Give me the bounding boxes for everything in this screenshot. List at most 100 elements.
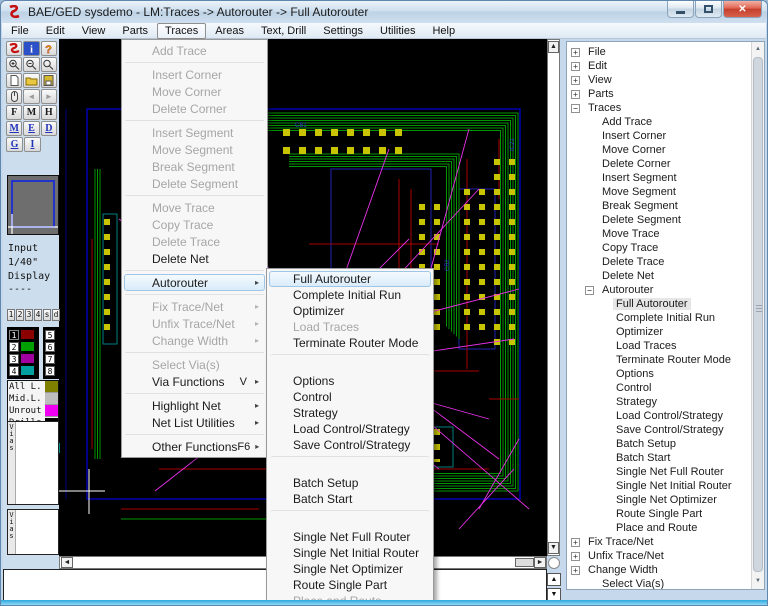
menu-item[interactable]: Add Trace <box>124 42 265 59</box>
tree-item[interactable]: − Traces <box>571 101 764 115</box>
menu-item[interactable]: Full Autorouter <box>269 271 431 287</box>
tree-item[interactable]: Copy Trace <box>585 241 764 255</box>
menu-item[interactable]: Route Single Part <box>269 577 431 593</box>
tree-toggle-icon[interactable]: + <box>571 48 580 57</box>
menu-item[interactable] <box>125 294 264 295</box>
menu-item[interactable]: Complete Initial Run <box>269 287 431 303</box>
letter-button-m[interactable]: M <box>23 105 39 120</box>
menu-item[interactable] <box>125 434 264 435</box>
letter-button-i[interactable]: I <box>24 137 41 152</box>
menu-item[interactable]: Delete Corner <box>124 100 265 117</box>
info-button[interactable]: i <box>23 41 39 56</box>
menu-item[interactable]: Strategy <box>269 405 431 421</box>
menu-item[interactable]: Other Functions F6 ▸ <box>124 438 265 455</box>
zoom-out-button[interactable] <box>23 57 39 72</box>
menubar-item[interactable]: Traces <box>157 23 206 39</box>
menu-item[interactable]: Load Traces <box>269 319 431 335</box>
open-file-button[interactable] <box>23 73 39 88</box>
tree-item[interactable]: + Change Width <box>571 563 764 577</box>
tree-item[interactable]: Strategy <box>599 395 764 409</box>
tree-item[interactable]: Load Control/Strategy <box>599 409 764 423</box>
menubar-item[interactable]: View <box>74 23 114 39</box>
tree-scroll-up-button[interactable]: ▲ <box>752 43 764 56</box>
menu-item[interactable]: Load Control/Strategy <box>269 421 431 437</box>
tree-item[interactable]: Move Corner <box>585 143 764 157</box>
menu-item[interactable]: Copy Trace <box>124 216 265 233</box>
menu-item[interactable] <box>125 120 264 121</box>
tree-item[interactable]: Select Via(s) <box>585 577 764 590</box>
tree-item[interactable]: Terminate Router Mode <box>599 353 764 367</box>
letter-button-m2[interactable]: M <box>6 121 22 136</box>
menu-item[interactable]: Control <box>269 389 431 405</box>
tree-item[interactable]: − Autorouter <box>585 283 764 297</box>
layer-color-row[interactable]: 3 <box>9 353 37 364</box>
tree-item[interactable]: Batch Start <box>599 451 764 465</box>
tree-scroll-thumb[interactable] <box>753 57 763 572</box>
menu-item[interactable]: Fix Trace/Net ▸ <box>124 298 265 315</box>
tree-item[interactable]: + View <box>571 73 764 87</box>
tree-item[interactable]: Delete Segment <box>585 213 764 227</box>
prev-view-button[interactable]: ◄ <box>23 89 39 104</box>
tree-toggle-icon[interactable]: + <box>571 76 580 85</box>
tree-item[interactable]: Control <box>599 381 764 395</box>
tree-toggle-icon[interactable]: + <box>571 90 580 99</box>
menu-item[interactable] <box>270 510 430 526</box>
tree-toggle-icon[interactable]: + <box>571 552 580 561</box>
menubar-item[interactable]: File <box>3 23 37 39</box>
tree-toggle-icon[interactable]: − <box>585 286 594 295</box>
layer-color-row[interactable]: 8 <box>45 365 57 376</box>
menu-item[interactable]: Save Control/Strategy <box>269 437 431 453</box>
letter-button-e[interactable]: E <box>23 121 39 136</box>
tree-item[interactable]: + File <box>571 45 764 59</box>
tree-toggle-icon[interactable]: + <box>571 62 580 71</box>
menu-item[interactable]: Terminate Router Mode <box>269 335 431 351</box>
menu-item[interactable]: Delete Trace <box>124 233 265 250</box>
tree-item[interactable]: Single Net Full Router <box>599 465 764 479</box>
menu-item[interactable]: Autorouter ▸ <box>124 274 265 291</box>
tree-item[interactable]: Save Control/Strategy <box>599 423 764 437</box>
tree-item[interactable]: Move Trace <box>585 227 764 241</box>
new-file-button[interactable] <box>6 73 22 88</box>
display-layer-row[interactable]: Mid.L. <box>8 393 58 405</box>
board-preview[interactable] <box>7 175 59 235</box>
letter-button-g[interactable]: G <box>6 137 23 152</box>
letter-button-h[interactable]: H <box>41 105 57 120</box>
maximize-button[interactable] <box>695 1 722 18</box>
close-button[interactable]: ✕ <box>723 1 762 18</box>
tree-item[interactable]: Insert Corner <box>585 129 764 143</box>
display-layer-row[interactable]: All L. <box>8 381 58 393</box>
tree-item[interactable]: Delete Trace <box>585 255 764 269</box>
menu-item[interactable]: Net List Utilities ▸ <box>124 414 265 431</box>
via-preview-box-1[interactable]: Vias <box>7 421 59 505</box>
scroll-down-button[interactable]: ▼ <box>548 542 559 554</box>
layer-button[interactable]: 3 <box>25 309 33 321</box>
tree-item[interactable]: Single Net Optimizer <box>599 493 764 507</box>
layer-button[interactable]: d <box>52 309 60 321</box>
menu-item[interactable]: Single Net Initial Router <box>269 545 431 561</box>
tree-toggle-icon[interactable]: + <box>571 538 580 547</box>
tree-item[interactable]: Add Trace <box>585 115 764 129</box>
pan-up-button[interactable]: ▲ <box>547 573 561 586</box>
menubar-item[interactable]: Areas <box>207 23 252 39</box>
menu-item[interactable] <box>125 62 264 63</box>
menu-item[interactable] <box>270 354 430 370</box>
tree-item[interactable]: Route Single Part <box>599 507 764 521</box>
menubar-item[interactable]: Utilities <box>372 23 423 39</box>
layer-color-row[interactable]: 4 <box>9 365 37 376</box>
next-view-button[interactable]: ► <box>41 89 57 104</box>
layer-button[interactable]: 2 <box>16 309 24 321</box>
menu-item[interactable] <box>125 270 264 271</box>
minimize-button[interactable] <box>667 1 694 18</box>
layer-color-row[interactable]: 7 <box>45 353 57 364</box>
layer-color-row[interactable]: 2 <box>9 341 37 352</box>
scroll-up-button[interactable]: ▲ <box>548 41 559 53</box>
menu-item[interactable]: Options <box>269 373 431 389</box>
menu-item[interactable]: Move Corner <box>124 83 265 100</box>
letter-button-f[interactable]: F <box>6 105 22 120</box>
tree-item[interactable]: Move Segment <box>585 185 764 199</box>
menu-item[interactable]: Highlight Net ▸ <box>124 397 265 414</box>
tree-item[interactable]: Place and Route <box>599 521 764 535</box>
menu-item[interactable]: Move Segment <box>124 141 265 158</box>
tree-item[interactable]: Complete Initial Run <box>599 311 764 325</box>
menu-item[interactable] <box>125 195 264 196</box>
